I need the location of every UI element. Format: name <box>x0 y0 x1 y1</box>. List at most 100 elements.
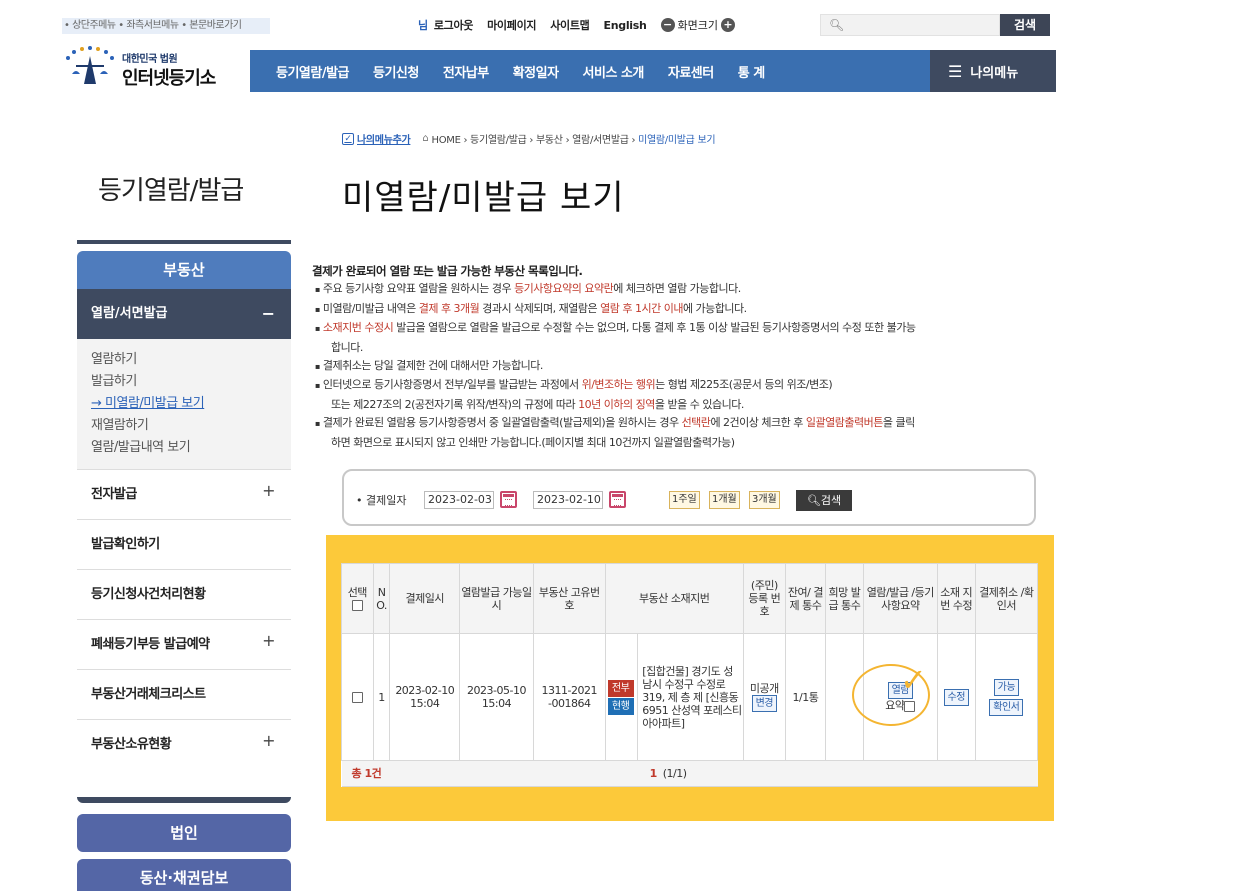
search-icon: 🔍︎ <box>806 494 821 507</box>
main-navigation: 등기열람/발급 등기신청 전자납부 확정일자 서비스 소개 자료센터 통 계 ☰… <box>250 50 1056 92</box>
notice-item-cont: 합니다. <box>331 340 363 354</box>
sidebar-submenu: 열람하기 발급하기 → 미열람/미발급 보기 재열람하기 열람/발급내역 보기 <box>77 339 291 470</box>
sidebar-item-view-issue[interactable]: 열람/서면발급 − <box>77 289 291 339</box>
search-input[interactable] <box>847 17 997 33</box>
add-my-menu-link[interactable]: ✓ 나의메뉴추가 <box>342 131 411 146</box>
english-link[interactable]: English <box>604 19 647 32</box>
hamburger-icon: ☰ <box>948 61 963 81</box>
sidebar-item-closed-registry[interactable]: 폐쇄등기부등 발급예약 + <box>77 620 291 670</box>
notice-item-cont: 또는 제227조의 2(공전자기록 위작/변작)의 규정에 따라 10년 이하의… <box>331 397 744 411</box>
side-navigation: 부동산 열람/서면발급 − 열람하기 발급하기 → 미열람/미발급 보기 재열람… <box>77 251 291 770</box>
sidebar-item-issue-check[interactable]: 발급확인하기 <box>77 520 291 570</box>
nav-service-intro[interactable]: 서비스 소개 <box>583 62 645 81</box>
nav-fixed-date[interactable]: 확정일자 <box>513 62 559 81</box>
submenu-review[interactable]: 재열람하기 <box>91 415 291 437</box>
nav-registry-view[interactable]: 등기열람/발급 <box>276 62 350 81</box>
nav-statistics[interactable]: 통 계 <box>738 62 765 81</box>
row-select-checkbox[interactable] <box>351 692 363 703</box>
logo-subtitle: 대한민국 법원 <box>122 54 178 65</box>
cancel-payment-button[interactable]: 가능 <box>993 678 1020 696</box>
edit-address-button[interactable]: 수정 <box>943 688 969 706</box>
date-to-input[interactable]: 2023-02-10 <box>533 491 603 509</box>
period-1month-button[interactable]: 1개월 <box>709 491 740 509</box>
total-count: 총 1건 <box>341 760 460 787</box>
sitemap-link[interactable]: 사이트맵 <box>550 17 590 33</box>
search-button[interactable]: 검색 <box>1000 14 1050 36</box>
filter-search-button[interactable]: 🔍︎검색 <box>796 490 852 511</box>
expand-icon: + <box>262 731 275 750</box>
expand-icon: + <box>262 481 275 500</box>
filter-search-label: 검색 <box>820 494 842 507</box>
notice-item: 미열람/미발급 내역은 결제 후 3개월 경과시 삭제되며, 재열람은 열람 후… <box>312 300 1047 319</box>
col-view-issue: 열람/발급 /등기 사항요약 <box>862 563 938 634</box>
mypage-link[interactable]: 마이페이지 <box>487 17 536 33</box>
submenu-issue[interactable]: 발급하기 <box>91 371 291 393</box>
zoom-out-icon[interactable]: − <box>660 18 675 32</box>
submenu-view[interactable]: 열람하기 <box>91 349 291 371</box>
col-available-at: 열람발급 가능일시 <box>459 563 534 634</box>
top-utility-bar: 님 로그아웃 마이페이지 사이트맵 English − 화면크기 + <box>418 14 749 36</box>
sidebar-item-label: 폐쇄등기부등 발급예약 <box>91 637 210 652</box>
check-icon: ✓ <box>342 132 354 145</box>
col-paid-at: 결제일시 <box>389 563 461 634</box>
current-page[interactable]: 1 <box>650 767 658 780</box>
annotation-check-icon: ✓ <box>900 661 927 699</box>
calendar-icon[interactable] <box>609 491 626 508</box>
expand-icon: + <box>262 631 275 650</box>
row-tags: 전부 현행 <box>604 633 639 761</box>
notice-item: 결제가 완료된 열람용 등기사항증명서 중 일괄열람출력(발급제외)을 원하시는… <box>312 414 1047 433</box>
breadcrumb-path[interactable]: HOME › 등기열람/발급 › 부동산 › 열람/서면발급 › <box>431 131 635 146</box>
date-filter: • 결제일자 2023-02-03 ~ 2023-02-10 1주일 1개월 3… <box>342 469 1036 526</box>
col-select: 선택 <box>341 563 374 634</box>
sidebar-item-checklist[interactable]: 부동산거래체크리스트 <box>77 670 291 720</box>
submenu-unviewed[interactable]: → 미열람/미발급 보기 <box>91 393 291 415</box>
pagination: 1 (1/1) <box>459 760 1038 787</box>
nav-data-center[interactable]: 자료센터 <box>668 62 714 81</box>
reg-change-button[interactable]: 변경 <box>751 695 778 712</box>
page-title: 미열람/미발급 보기 <box>342 178 625 218</box>
sidebar-item-label: 부동산소유현황 <box>91 737 172 752</box>
notice-item: 소재지번 수정시 발급을 열람으로 열람을 발급으로 수정할 수는 없으며, 다… <box>312 319 1047 338</box>
col-no: N O. <box>372 563 391 634</box>
sidebar-corporation-button[interactable]: 법인 <box>77 814 291 852</box>
row-address-edit: 수정 <box>936 633 976 761</box>
logo[interactable]: 대한민국 법원 인터넷등기소 <box>62 44 242 92</box>
sidebar-item-e-issue[interactable]: 전자발급 + <box>77 470 291 520</box>
col-hope: 희망 발급 통수 <box>824 563 864 634</box>
table-row: 1 2023-02-10 15:04 2023-05-10 15:04 1311-2… <box>341 633 1039 761</box>
nav-registry-apply[interactable]: 등기신청 <box>373 62 419 81</box>
sidebar-movable-property-button[interactable]: 동산·채권담보 <box>77 859 291 891</box>
calendar-icon[interactable] <box>500 491 517 508</box>
notice-item: 주요 등기사항 요약표 열람을 원하시는 경우 등기사항요약의 요약란에 체크하… <box>312 280 1047 299</box>
collapse-icon: − <box>261 304 275 323</box>
period-3month-button[interactable]: 3개월 <box>749 491 780 509</box>
row-remaining: 1/1통 <box>784 633 826 761</box>
court-logo-icon <box>66 46 114 84</box>
col-unique-no: 부동산 고유번호 <box>532 563 606 634</box>
sidebar-item-label: 등기신청사건처리현황 <box>91 587 206 602</box>
sidebar-bottom-bar <box>77 797 291 803</box>
table-footer-row: 총 1건 1 (1/1) <box>341 760 1038 787</box>
nav-e-payment[interactable]: 전자납부 <box>443 62 489 81</box>
logo-title: 인터넷등기소 <box>122 68 216 89</box>
logout-link[interactable]: 로그아웃 <box>434 17 474 33</box>
select-all-checkbox[interactable] <box>351 600 363 611</box>
sidebar-item-case-status[interactable]: 등기신청사건처리현황 <box>77 570 291 620</box>
zoom-in-icon[interactable]: + <box>721 18 736 32</box>
section-divider <box>77 240 291 244</box>
skip-links[interactable]: • 상단주메뉴 • 좌측서브메뉴 • 본문바로가기 <box>62 18 270 34</box>
home-icon[interactable]: ⌂ <box>422 133 428 144</box>
period-1week-button[interactable]: 1주일 <box>669 491 700 509</box>
receipt-button[interactable]: 확인서 <box>989 698 1024 716</box>
my-menu-button[interactable]: ☰ 나의메뉴 <box>930 50 1056 92</box>
sidebar-item-ownership[interactable]: 부동산소유현황 + <box>77 720 291 770</box>
table-header-row: 선택 N O. 결제일시 열람발급 가능일시 부동산 고유번호 부동산 소재지번… <box>341 563 1039 634</box>
search-icon: 🔍︎ <box>829 18 845 32</box>
sidebar-item-label: 부동산거래체크리스트 <box>91 687 206 702</box>
submenu-history[interactable]: 열람/발급내역 보기 <box>91 437 291 459</box>
date-from-input[interactable]: 2023-02-03 <box>424 491 494 509</box>
row-reg-no: 미공개 변경 <box>742 633 786 761</box>
sidebar-category-real-estate[interactable]: 부동산 <box>77 251 291 289</box>
sidebar-item-label: 열람/서면발급 <box>91 306 168 321</box>
col-address-edit: 소재 지번 수정 <box>936 563 976 634</box>
